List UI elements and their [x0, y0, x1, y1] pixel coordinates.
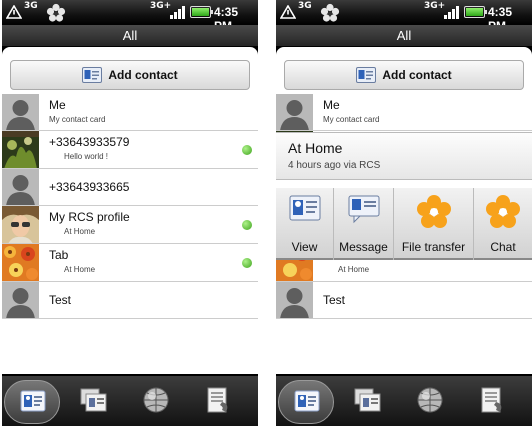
tab-call-history[interactable]	[464, 380, 520, 424]
contact-card-icon	[356, 67, 377, 83]
file-transfer-flower-icon	[416, 195, 451, 228]
chat-flower-icon	[486, 195, 520, 228]
contact-name: Test	[323, 293, 346, 307]
groups-icon	[80, 388, 107, 412]
contact-name: Me	[323, 98, 340, 112]
phone-screen-left: 3G 3G+ 4:35 PM All Add contact Me My con…	[2, 0, 258, 426]
contact-row-my-rcs-profile[interactable]: My RCS profile At Home	[2, 206, 258, 244]
message-action-button[interactable]: Message	[334, 188, 394, 260]
avatar	[2, 131, 39, 168]
chat-action-label: Chat	[490, 240, 516, 254]
avatar	[2, 282, 39, 318]
network-3gplus-indicator: 3G+	[150, 1, 172, 11]
notification-flower-icon	[46, 3, 66, 22]
network-3g-indicator: 3G	[298, 1, 312, 11]
add-contact-button[interactable]: Add contact	[284, 60, 524, 90]
contact-name: Me	[49, 98, 66, 112]
bottom-tab-bar	[276, 376, 532, 426]
popup-status: 4 hours ago via RCS	[288, 160, 381, 171]
warning-icon	[6, 5, 22, 19]
file-transfer-action-label: File transfer	[401, 240, 466, 254]
tab-groups[interactable]	[340, 380, 396, 424]
message-icon	[348, 195, 379, 224]
tab-people[interactable]	[278, 380, 334, 424]
contact-row-test[interactable]: Test	[2, 282, 258, 319]
contact-list: Me My contact card +33643933579 Hello wo…	[2, 94, 258, 319]
avatar	[276, 94, 313, 130]
call-history-icon	[207, 387, 228, 413]
contact-row-test[interactable]: Test	[276, 282, 532, 319]
avatar	[2, 206, 39, 243]
tab-online-directory[interactable]	[128, 380, 184, 424]
network-3g-indicator: 3G	[24, 1, 38, 11]
message-action-label: Message	[339, 240, 388, 254]
contact-name: Test	[49, 293, 72, 307]
quick-contact-popup: At Home 4 hours ago via RCS View Message…	[276, 132, 532, 262]
contact-row-me[interactable]: Me My contact card	[2, 94, 258, 131]
avatar	[2, 244, 39, 281]
contact-status-message: Hello world !	[64, 152, 109, 161]
view-action-label: View	[291, 240, 318, 254]
notification-flower-icon	[320, 3, 340, 22]
signal-strength-icon	[170, 6, 185, 19]
online-directory-icon	[417, 387, 443, 413]
contacts-panel: Add contact Me My contact card +33643933…	[2, 47, 258, 374]
people-icon	[294, 390, 320, 412]
popup-actions: View Message File transfer Chat	[276, 188, 532, 260]
tab-call-history[interactable]	[190, 380, 246, 424]
contact-name: +33643933579	[49, 135, 130, 149]
contact-name: My RCS profile	[49, 210, 130, 224]
online-directory-icon	[143, 387, 169, 413]
network-3gplus-indicator: 3G+	[424, 1, 446, 11]
contact-row-tab[interactable]: Tab At Home	[2, 244, 258, 282]
popup-title: At Home	[288, 140, 343, 156]
contact-status-message: At Home	[64, 265, 96, 274]
avatar	[2, 169, 39, 205]
add-contact-button[interactable]: Add contact	[10, 60, 250, 90]
tab-groups[interactable]	[66, 380, 122, 424]
view-action-button[interactable]: View	[276, 188, 334, 260]
contact-row-me[interactable]: Me My contact card	[276, 94, 532, 131]
screen-title: All	[276, 25, 532, 47]
add-contact-label: Add contact	[382, 68, 452, 82]
people-icon	[20, 390, 46, 412]
call-history-icon	[481, 387, 502, 413]
file-transfer-action-button[interactable]: File transfer	[394, 188, 474, 260]
contact-row-33643933665[interactable]: +33643933665	[2, 169, 258, 206]
contacts-panel: Add contact Me My contact card At Home T…	[276, 47, 532, 374]
avatar	[276, 282, 313, 318]
bottom-tab-bar	[2, 376, 258, 426]
contact-subtitle: My contact card	[323, 115, 380, 124]
contact-card-icon	[82, 67, 103, 83]
signal-strength-icon	[444, 6, 459, 19]
online-presence-icon	[242, 258, 252, 268]
add-contact-label: Add contact	[108, 68, 178, 82]
contact-subtitle: My contact card	[49, 115, 106, 124]
battery-icon	[190, 6, 213, 18]
groups-icon	[354, 388, 381, 412]
popup-header: At Home 4 hours ago via RCS	[276, 132, 532, 180]
contact-name: Tab	[49, 248, 69, 262]
chat-action-button[interactable]: Chat	[474, 188, 532, 260]
status-bar: 3G 3G+ 4:35 PM	[276, 0, 532, 33]
online-presence-icon	[242, 220, 252, 230]
status-bar: 3G 3G+ 4:35 PM	[2, 0, 258, 33]
tab-online-directory[interactable]	[402, 380, 458, 424]
contact-card-icon	[289, 195, 320, 221]
battery-icon	[464, 6, 487, 18]
contact-status-message: At Home	[338, 265, 370, 274]
phone-screen-right: 3G 3G+ 4:35 PM All Add contact Me My con…	[276, 0, 532, 426]
avatar	[2, 94, 39, 130]
contact-name: +33643933665	[49, 180, 130, 194]
contact-row-33643933579[interactable]: +33643933579 Hello world !	[2, 131, 258, 169]
tab-people[interactable]	[4, 380, 60, 424]
online-presence-icon	[242, 145, 252, 155]
contact-status-message: At Home	[64, 227, 96, 236]
warning-icon	[280, 5, 296, 19]
screen-title: All	[2, 25, 258, 47]
